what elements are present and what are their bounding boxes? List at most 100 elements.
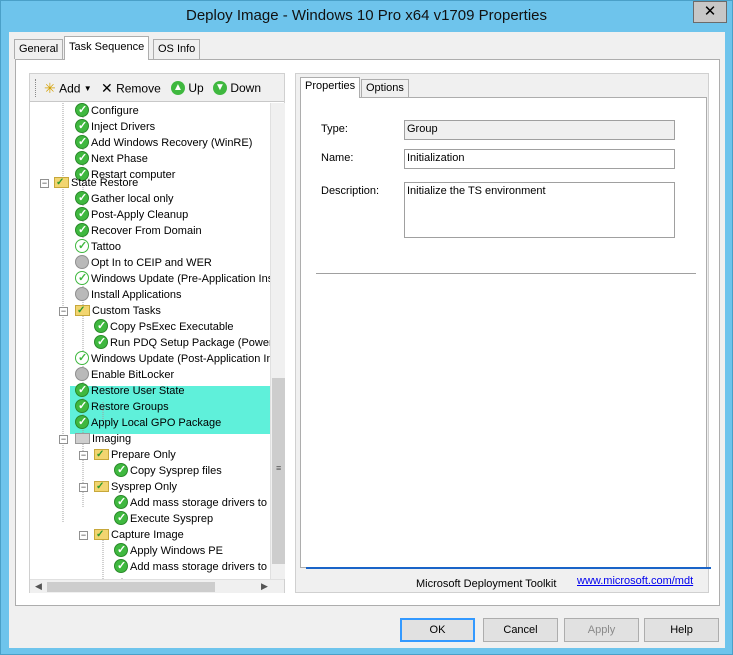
dialog-client-area: General Task Sequence OS Info ✳ Add ▼ ✕ …	[9, 32, 725, 648]
properties-page: Type: Group Name: Initialization Descrip…	[300, 97, 711, 590]
tree-node[interactable]: Next Phase	[75, 151, 148, 167]
title-bar[interactable]: Deploy Image - Windows 10 Pro x64 v1709 …	[1, 1, 732, 31]
tree-node[interactable]: Gather local only	[75, 191, 174, 207]
tree-node-label: Run PDQ Setup Package (Power	[110, 337, 270, 349]
tab-task-sequence[interactable]: Task Sequence	[64, 36, 150, 60]
down-arrow-icon: ▼	[213, 80, 227, 95]
name-label: Name:	[321, 152, 354, 164]
tree-group-node[interactable]: State Restore	[54, 175, 138, 191]
collapse-expander[interactable]: −	[59, 307, 68, 316]
tree-node-label: Restore Groups	[91, 401, 169, 413]
cancel-button[interactable]: Cancel	[483, 618, 558, 642]
collapse-expander[interactable]: −	[79, 531, 88, 540]
mdt-link[interactable]: www.microsoft.com/mdt	[577, 575, 693, 587]
tab-os-info[interactable]: OS Info	[153, 39, 201, 59]
remove-label: Remove	[116, 81, 161, 96]
tab-options-label: Options	[366, 82, 404, 94]
tree-node[interactable]: Windows Update (Pre-Application Inst	[75, 271, 270, 287]
apply-button[interactable]: Apply	[564, 618, 639, 642]
scroll-right-arrow-icon[interactable]: ▶	[261, 581, 268, 592]
collapse-expander[interactable]: −	[79, 451, 88, 460]
tree-node-label: Windows Update (Post-Application Ins	[91, 353, 270, 365]
help-button[interactable]: Help	[644, 618, 719, 642]
window-title: Deploy Image - Windows 10 Pro x64 v1709 …	[185, 7, 547, 24]
tree-node[interactable]: Recover From Domain	[75, 223, 202, 239]
vertical-scroll-thumb[interactable]: ≡	[272, 378, 285, 564]
task-sequence-tree[interactable]: Configure Inject Drivers Add Windows Rec…	[30, 103, 270, 579]
tree-node[interactable]: Inject Drivers	[75, 119, 155, 135]
toolbar-grip	[35, 79, 37, 97]
description-textarea[interactable]: Initialize the TS environment	[404, 182, 675, 238]
name-input[interactable]: Initialization	[404, 149, 675, 169]
tree-node-label: Inject Drivers	[91, 121, 156, 133]
tree-group-node[interactable]: Imaging	[75, 431, 131, 447]
folder-icon	[94, 447, 109, 463]
green-check-icon	[114, 495, 128, 510]
tab-properties[interactable]: Properties	[300, 77, 361, 98]
tree-node[interactable]: Restore Groups	[75, 399, 169, 415]
tree-group-node[interactable]: Capture Image	[94, 527, 184, 543]
task-sequence-tab-page: ✳ Add ▼ ✕ Remove ▲ Up ▼ Down ✓Configure …	[15, 59, 720, 606]
green-check-icon	[75, 223, 89, 238]
tree-node[interactable]: Windows Update (Post-Application Ins	[75, 351, 270, 367]
green-check-icon	[114, 559, 128, 574]
tree-group-node[interactable]: Prepare Only	[94, 447, 176, 463]
tree-node-label: Windows Update (Pre-Application Inst	[91, 273, 270, 285]
tree-node-label: Recover From Domain	[91, 225, 202, 237]
green-check-icon	[75, 383, 89, 398]
folder-icon	[75, 303, 90, 319]
tree-node[interactable]: Opt In to CEIP and WER	[75, 255, 212, 271]
tab-options[interactable]: Options	[361, 79, 409, 97]
remove-button[interactable]: ✕ Remove	[101, 80, 161, 96]
tree-node[interactable]: Post-Apply Cleanup	[75, 207, 188, 223]
scroll-grip-icon: ≡	[276, 463, 282, 473]
outline-check-icon	[75, 351, 89, 366]
tree-group-node[interactable]: Sysprep Only	[94, 479, 177, 495]
tree-node-label: Imaging	[92, 433, 132, 445]
tab-task-sequence-label: Task Sequence	[69, 41, 145, 53]
tree-node[interactable]: Apply Local GPO Package	[75, 415, 221, 431]
tree-node[interactable]: Run PDQ Setup Package (Power	[94, 335, 270, 351]
tab-general[interactable]: General	[14, 39, 64, 59]
horizontal-scroll-thumb[interactable]	[47, 582, 215, 592]
collapse-expander[interactable]: −	[79, 483, 88, 492]
tree-group-node[interactable]: Custom Tasks	[75, 303, 161, 319]
step-properties-panel: Properties Options Type: Group Name: Ini…	[295, 73, 711, 593]
up-arrow-icon: ▲	[171, 80, 185, 95]
tree-vertical-scrollbar[interactable]: ≡	[270, 103, 285, 579]
folder-icon	[54, 175, 69, 191]
tree-node[interactable]: Copy PsExec Executable	[94, 319, 234, 335]
ok-button[interactable]: OK	[400, 618, 475, 642]
collapse-expander[interactable]: −	[40, 179, 49, 188]
scroll-left-arrow-icon[interactable]: ◀	[35, 581, 42, 592]
tree-node[interactable]: Apply Windows PE	[114, 543, 223, 559]
green-check-icon	[75, 151, 89, 166]
tree-node[interactable]: Add mass storage drivers to sy	[114, 559, 270, 575]
green-check-icon	[75, 399, 89, 414]
collapse-expander[interactable]: −	[59, 435, 68, 444]
down-button[interactable]: ▼ Down	[213, 80, 261, 96]
tree-node-label: Capture Image	[111, 529, 184, 541]
tree-node[interactable]: Copy Sysprep files	[114, 463, 222, 479]
add-button[interactable]: ✳ Add ▼	[44, 80, 92, 96]
tree-node[interactable]: Restore User State	[75, 383, 185, 399]
type-field: Group	[404, 120, 675, 140]
tree-horizontal-scrollbar[interactable]: ◀ ▶	[30, 579, 284, 593]
close-button[interactable]: ✕	[693, 1, 727, 23]
tree-node[interactable]: Add Windows Recovery (WinRE)	[75, 135, 252, 151]
dropdown-arrow-icon: ▼	[83, 84, 92, 93]
green-check-icon	[75, 207, 89, 222]
tree-node[interactable]: Execute Sysprep	[114, 511, 213, 527]
up-label: Up	[188, 80, 204, 95]
footer-divider	[306, 567, 711, 569]
grey-folder-icon	[75, 432, 90, 444]
tree-node[interactable]: Install Applications	[75, 287, 182, 303]
green-check-icon	[94, 319, 108, 334]
tree-node[interactable]: Tattoo	[75, 239, 121, 255]
tree-node[interactable]: Enable BitLocker	[75, 367, 174, 383]
tree-node[interactable]: Configure	[75, 103, 139, 119]
tree-node-label: Restore User State	[91, 385, 185, 397]
tree-node-label: Post-Apply Cleanup	[91, 209, 189, 221]
up-button[interactable]: ▲ Up	[171, 80, 204, 96]
tree-node[interactable]: Add mass storage drivers to sy	[114, 495, 270, 511]
